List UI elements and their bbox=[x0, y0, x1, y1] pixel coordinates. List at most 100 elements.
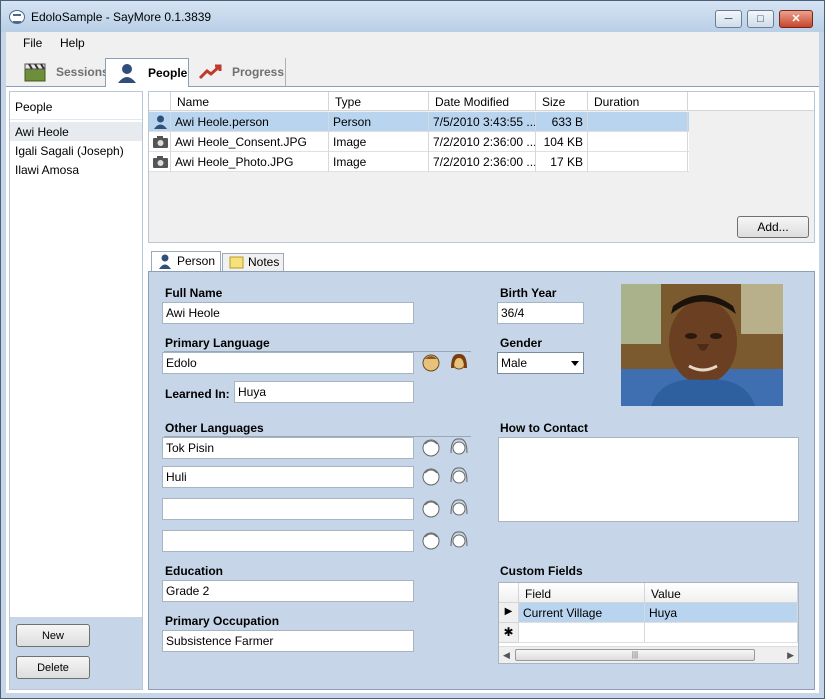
birth-year-field[interactable]: 36/4 bbox=[497, 302, 584, 324]
primary-language-label: Primary Language bbox=[165, 336, 270, 350]
note-icon bbox=[229, 256, 244, 269]
app-window: EdoloSample - SayMore 0.1.3839 ─ □ ✕ Fil… bbox=[0, 0, 825, 699]
files-grid: Name Type Date Modified Size Duration Aw… bbox=[148, 91, 815, 243]
minimize-button[interactable]: ─ bbox=[715, 10, 742, 28]
chevron-down-icon bbox=[571, 361, 579, 366]
mother-language-icon[interactable] bbox=[448, 466, 470, 488]
other-language-field[interactable]: Tok Pisin bbox=[162, 437, 414, 459]
tab-sessions[interactable]: Sessions bbox=[14, 58, 109, 88]
mother-language-icon[interactable] bbox=[448, 437, 470, 459]
title-bar: EdoloSample - SayMore 0.1.3839 ─ □ ✕ bbox=[1, 1, 824, 32]
custom-fields-label: Custom Fields bbox=[500, 564, 583, 578]
scroll-thumb[interactable]: ||| bbox=[515, 649, 755, 661]
person-icon bbox=[118, 64, 136, 83]
other-language-field[interactable] bbox=[162, 530, 414, 552]
full-name-field[interactable]: Awi Heole bbox=[162, 302, 414, 324]
primary-occupation-label: Primary Occupation bbox=[165, 614, 280, 628]
column-header-duration[interactable]: Duration bbox=[588, 92, 688, 111]
new-row-icon[interactable]: ✱ bbox=[499, 623, 519, 643]
file-date-modified: 7/2/2010 2:36:00 ... bbox=[429, 152, 536, 172]
camera-icon bbox=[153, 156, 168, 168]
column-header-name[interactable]: Name bbox=[171, 92, 329, 111]
delete-person-button[interactable]: Delete bbox=[16, 656, 90, 679]
file-name: Awi Heole.person bbox=[171, 112, 329, 132]
father-language-icon[interactable] bbox=[420, 530, 442, 552]
father-language-icon[interactable] bbox=[420, 466, 442, 488]
window-title: EdoloSample - SayMore 0.1.3839 bbox=[31, 10, 212, 24]
column-header-date-modified[interactable]: Date Modified bbox=[429, 92, 536, 111]
new-value-cell[interactable] bbox=[645, 623, 798, 643]
files-header-spacer bbox=[149, 92, 171, 111]
file-row[interactable]: Awi Heole.person Person 7/5/2010 3:43:55… bbox=[149, 112, 689, 132]
other-languages-label: Other Languages bbox=[165, 421, 264, 435]
person-icon bbox=[159, 254, 171, 269]
file-row[interactable]: Awi Heole_Consent.JPG Image 7/2/2010 2:3… bbox=[149, 132, 689, 152]
file-name: Awi Heole_Photo.JPG bbox=[171, 152, 329, 172]
person-list-item[interactable]: Igali Sagali (Joseph) bbox=[10, 141, 142, 160]
primary-occupation-field[interactable]: Subsistence Farmer bbox=[162, 630, 414, 652]
scroll-right-icon[interactable]: ▶ bbox=[787, 650, 794, 661]
new-field-cell[interactable] bbox=[519, 623, 645, 643]
menu-bar: File Help bbox=[6, 32, 819, 54]
file-date-modified: 7/5/2010 3:43:55 ... bbox=[429, 112, 536, 132]
file-size: 633 B bbox=[536, 112, 588, 132]
row-selector-icon[interactable]: ▶ bbox=[499, 603, 519, 623]
gender-value: Male bbox=[501, 356, 528, 370]
file-type: Person bbox=[329, 112, 429, 132]
other-language-field[interactable] bbox=[162, 498, 414, 520]
menu-help[interactable]: Help bbox=[60, 36, 85, 50]
tab-notes[interactable]: Notes bbox=[222, 253, 284, 272]
file-date-modified: 7/2/2010 2:36:00 ... bbox=[429, 132, 536, 152]
files-grid-header: Name Type Date Modified Size Duration bbox=[149, 92, 814, 111]
person-list-item[interactable]: Ilawi Amosa bbox=[10, 160, 142, 179]
learned-in-label: Learned In: bbox=[165, 387, 230, 401]
custom-fields-hscroll[interactable]: ◀ ||| ▶ bbox=[499, 646, 798, 663]
scroll-left-icon[interactable]: ◀ bbox=[503, 650, 510, 661]
file-row[interactable]: Awi Heole_Photo.JPG Image 7/2/2010 2:36:… bbox=[149, 152, 689, 172]
learned-in-field[interactable]: Huya bbox=[234, 381, 414, 403]
full-name-label: Full Name bbox=[165, 286, 223, 300]
primary-language-field[interactable]: Edolo bbox=[162, 352, 414, 374]
new-person-button[interactable]: New bbox=[16, 624, 90, 647]
custom-field-value[interactable]: Huya bbox=[645, 603, 798, 623]
mother-language-icon[interactable] bbox=[448, 530, 470, 552]
app-icon bbox=[9, 10, 25, 24]
column-header-size[interactable]: Size bbox=[536, 92, 588, 111]
custom-fields-corner bbox=[499, 583, 519, 603]
mother-language-icon[interactable] bbox=[448, 498, 470, 520]
education-field[interactable]: Grade 2 bbox=[162, 580, 414, 602]
portrait-image bbox=[621, 284, 783, 406]
father-language-icon[interactable] bbox=[420, 498, 442, 520]
column-header-value[interactable]: Value bbox=[645, 583, 798, 603]
gender-label: Gender bbox=[500, 336, 543, 350]
father-language-icon[interactable] bbox=[420, 437, 442, 459]
custom-field-name[interactable]: Current Village bbox=[519, 603, 645, 623]
menu-file[interactable]: File bbox=[23, 36, 42, 50]
file-duration bbox=[588, 152, 688, 172]
tab-person-label: Person bbox=[177, 254, 216, 268]
column-header-type[interactable]: Type bbox=[329, 92, 429, 111]
person-list-item[interactable]: Awi Heole bbox=[10, 122, 142, 141]
tab-people[interactable]: People bbox=[105, 58, 189, 88]
person-form: Full Name Awi Heole Primary Language Edo… bbox=[148, 271, 815, 690]
main-tab-strip: Sessions People Progress bbox=[6, 54, 819, 88]
tab-person[interactable]: Person bbox=[151, 251, 221, 272]
how-to-contact-field[interactable] bbox=[498, 437, 799, 522]
father-language-icon[interactable] bbox=[420, 352, 442, 374]
person-detail: Person Notes Full Name Awi Heole Primary… bbox=[148, 248, 815, 690]
add-file-button[interactable]: Add... bbox=[737, 216, 809, 238]
tab-progress-label: Progress bbox=[232, 65, 285, 79]
person-photo[interactable] bbox=[621, 284, 783, 406]
close-button[interactable]: ✕ bbox=[779, 10, 813, 28]
files-empty-area bbox=[149, 172, 814, 212]
tab-progress[interactable]: Progress bbox=[190, 58, 286, 88]
clapperboard-icon bbox=[24, 63, 46, 82]
file-name: Awi Heole_Consent.JPG bbox=[171, 132, 329, 152]
tab-people-label: People bbox=[148, 66, 188, 80]
column-header-field[interactable]: Field bbox=[519, 583, 645, 603]
mother-language-icon[interactable] bbox=[448, 352, 470, 374]
gender-select[interactable]: Male bbox=[497, 352, 584, 374]
maximize-button[interactable]: □ bbox=[747, 10, 774, 28]
how-to-contact-label: How to Contact bbox=[500, 421, 588, 435]
other-language-field[interactable]: Huli bbox=[162, 466, 414, 488]
